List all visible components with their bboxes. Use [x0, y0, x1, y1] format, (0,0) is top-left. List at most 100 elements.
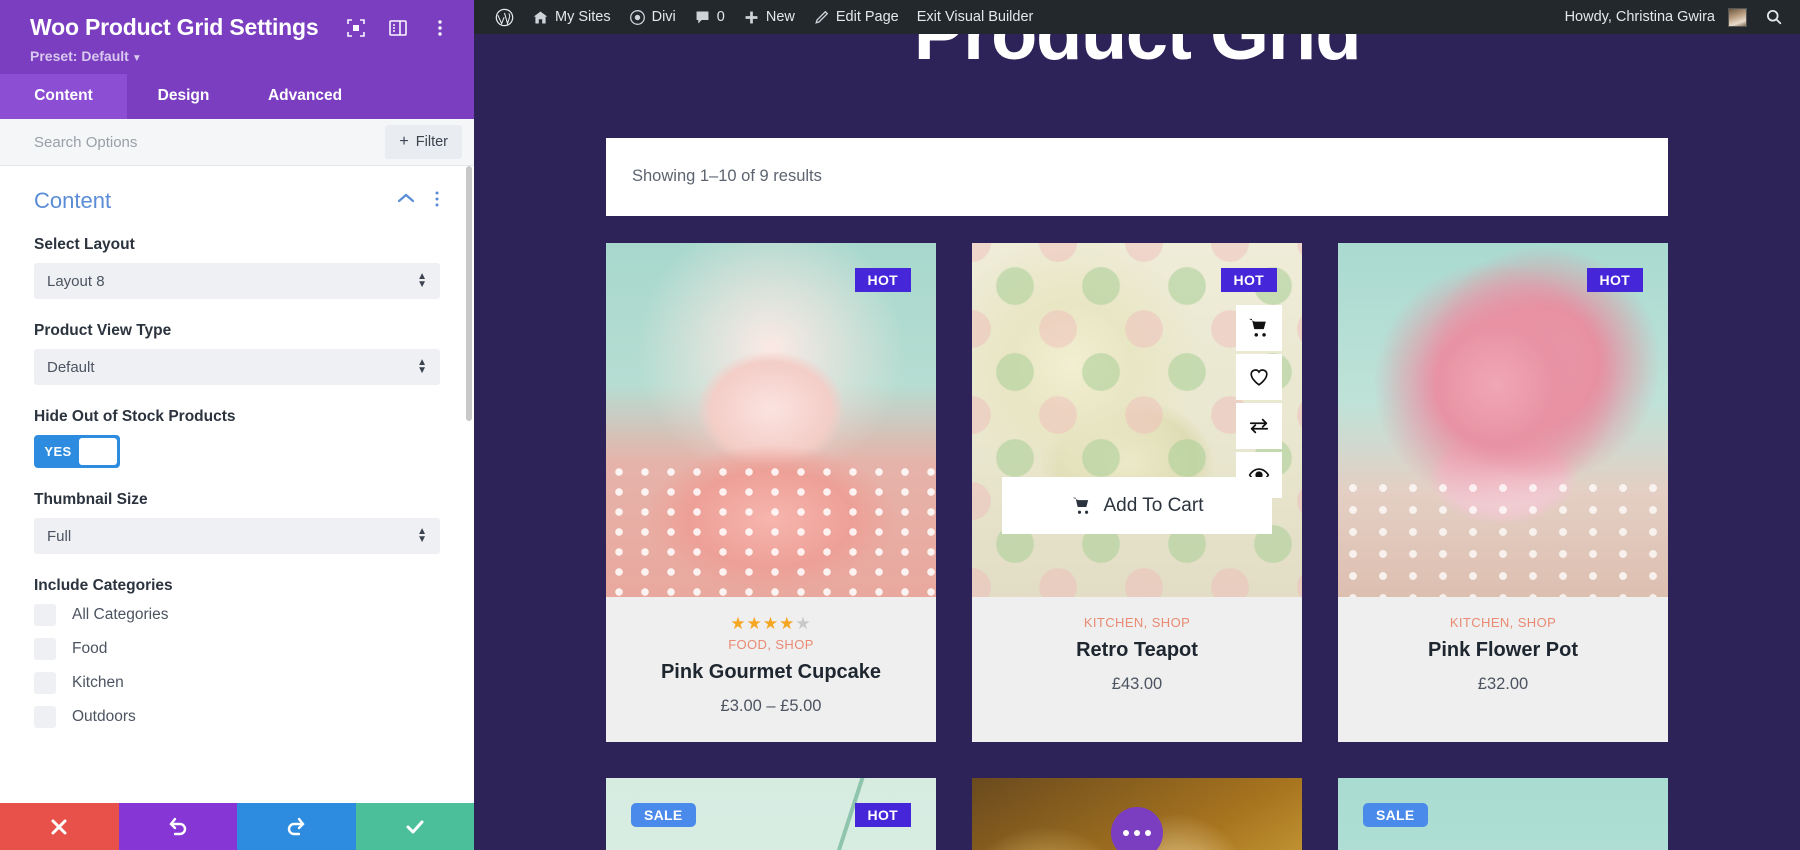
product-card[interactable]: SALE	[1338, 778, 1668, 850]
product-view-type-dropdown[interactable]: Default ▲ ▼	[34, 349, 440, 385]
checkbox[interactable]	[34, 638, 56, 660]
compare-icon[interactable]	[1236, 403, 1282, 449]
product-hover-actions	[1236, 305, 1282, 498]
settings-tabs: Content Design Advanced	[0, 74, 474, 119]
dot	[1145, 830, 1151, 836]
comment-count: 0	[716, 9, 725, 25]
search-input[interactable]	[34, 133, 386, 151]
edit-page-label: Edit Page	[835, 9, 899, 25]
category-checkbox-row[interactable]: Kitchen	[34, 672, 440, 694]
divi-menu[interactable]: Divi	[620, 0, 685, 34]
thumbnail-size-dropdown[interactable]: Full ▲ ▼	[34, 518, 440, 554]
status-badge-hot: HOT	[854, 268, 911, 292]
wordpress-logo-button[interactable]	[486, 0, 523, 34]
product-categories[interactable]: FOOD, SHOP	[616, 637, 926, 652]
preset-selector[interactable]: Preset: Default ▼	[30, 48, 450, 64]
status-badge-hot: HOT	[1220, 268, 1277, 292]
checkbox[interactable]	[34, 672, 56, 694]
module-settings-dots-button[interactable]	[1111, 807, 1163, 850]
product-info: KITCHEN, SHOP Retro Teapot £43.00	[972, 597, 1302, 720]
panel-layout-icon[interactable]	[388, 18, 408, 38]
checkbox[interactable]	[34, 706, 56, 728]
status-badge-hot: HOT	[854, 803, 911, 827]
product-card[interactable]: HOT ★★★★★ FOOD, SHOP Pink Gourmet Cupcak…	[606, 243, 936, 742]
heart-icon[interactable]	[1236, 354, 1282, 400]
section-more-icon[interactable]	[434, 189, 440, 214]
cupcake-photo	[606, 243, 936, 597]
search-icon[interactable]	[1756, 0, 1792, 34]
product-name[interactable]: Pink Flower Pot	[1348, 639, 1658, 662]
product-image[interactable]: SALE HOT	[606, 778, 936, 850]
include-categories-label: Include Categories	[34, 577, 173, 594]
toggle-value-label: YES	[44, 444, 72, 459]
status-badge-sale: SALE	[1363, 803, 1428, 827]
toggle-knob	[79, 438, 117, 465]
category-checkbox-row[interactable]: Food	[34, 638, 440, 660]
category-label: Food	[72, 640, 108, 657]
new-content-menu[interactable]: New	[734, 0, 804, 34]
expand-icon[interactable]	[346, 18, 366, 38]
redo-button[interactable]	[237, 803, 356, 850]
checkbox[interactable]	[34, 604, 56, 626]
exit-visual-builder-button[interactable]: Exit Visual Builder	[908, 0, 1043, 34]
field-product-view-type: Product View Type Default ▲ ▼	[34, 322, 440, 385]
category-checkbox-row[interactable]: All Categories	[34, 604, 440, 626]
undo-button[interactable]	[118, 803, 237, 850]
plus-icon: +	[399, 133, 409, 150]
status-badge-sale: SALE	[631, 803, 696, 827]
account-menu[interactable]: Howdy, Christina Gwira	[1556, 0, 1756, 34]
category-checkbox-row[interactable]: Outdoors	[34, 706, 440, 728]
settings-scrollbar[interactable]	[466, 166, 472, 421]
wordpress-admin-bar: My Sites Divi 0 New Edit Page Exit Visua…	[474, 0, 1800, 34]
settings-panel-header: Woo Product Grid Settings Preset: Defaul…	[0, 0, 474, 74]
product-image[interactable]: HOT	[972, 243, 1302, 597]
comments-menu[interactable]: 0	[685, 0, 734, 34]
thumbnail-size-value: Full	[47, 527, 72, 545]
dot	[1134, 830, 1140, 836]
product-info: KITCHEN, SHOP Pink Flower Pot £32.00	[1338, 597, 1668, 720]
greeting-label: Howdy, Christina Gwira	[1564, 9, 1715, 25]
product-price: £43.00	[1111, 675, 1163, 693]
category-label: All Categories	[72, 606, 169, 623]
product-categories[interactable]: KITCHEN, SHOP	[982, 615, 1292, 630]
product-name[interactable]: Retro Teapot	[982, 639, 1292, 662]
product-info: ★★★★★ FOOD, SHOP Pink Gourmet Cupcake £3…	[606, 597, 936, 742]
product-card[interactable]: SALE HOT	[606, 778, 936, 850]
tab-content[interactable]: Content	[0, 74, 127, 119]
product-image[interactable]: SALE	[1338, 778, 1668, 850]
settings-body: Content Select Layout Layout 8 ▲ ▼ Produ…	[0, 166, 474, 803]
cancel-button[interactable]	[0, 803, 119, 850]
product-image[interactable]: HOT	[1338, 243, 1668, 597]
page-content: Product Grid Showing 1–10 of 9 results H…	[474, 34, 1800, 850]
product-image[interactable]: HOT	[606, 243, 936, 597]
chevron-up-icon[interactable]	[396, 192, 416, 210]
field-include-categories: Include Categories All Categories Food K…	[34, 577, 440, 728]
cart-icon	[1072, 497, 1088, 514]
search-options-bar: + Filter	[0, 119, 474, 166]
product-card[interactable]: HOT Add To Cart KITCHEN, SHOP Retro Teap…	[972, 243, 1302, 742]
add-to-cart-button[interactable]: Add To Cart	[1002, 477, 1272, 534]
star-empty-icon: ★	[795, 614, 812, 633]
save-button[interactable]	[355, 803, 474, 850]
cart-icon[interactable]	[1236, 305, 1282, 351]
tab-design[interactable]: Design	[127, 74, 240, 119]
edit-page-button[interactable]: Edit Page	[804, 0, 908, 34]
content-section-header: Content	[34, 188, 440, 214]
product-view-type-value: Default	[47, 358, 95, 376]
field-hide-out-of-stock: Hide Out of Stock Products YES	[34, 408, 440, 468]
product-price: £32.00	[1477, 675, 1529, 693]
product-name[interactable]: Pink Gourmet Cupcake	[616, 661, 926, 684]
select-layout-dropdown[interactable]: Layout 8 ▲ ▼	[34, 263, 440, 299]
filter-button[interactable]: + Filter	[385, 125, 462, 159]
settings-panel-title: Woo Product Grid Settings	[30, 14, 319, 40]
more-options-icon[interactable]	[430, 18, 450, 38]
hide-out-of-stock-toggle[interactable]: YES	[34, 435, 120, 468]
product-categories[interactable]: KITCHEN, SHOP	[1348, 615, 1658, 630]
my-sites-menu[interactable]: My Sites	[523, 0, 620, 34]
field-select-layout: Select Layout Layout 8 ▲ ▼	[34, 236, 440, 299]
product-card[interactable]: HOT KITCHEN, SHOP Pink Flower Pot £32.00	[1338, 243, 1668, 742]
exit-visual-builder-label: Exit Visual Builder	[916, 9, 1034, 25]
results-count: Showing 1–10 of 9 results	[606, 138, 1668, 216]
tab-advanced[interactable]: Advanced	[240, 74, 370, 119]
screen-root: Woo Product Grid Settings Preset: Defaul…	[0, 0, 1800, 850]
